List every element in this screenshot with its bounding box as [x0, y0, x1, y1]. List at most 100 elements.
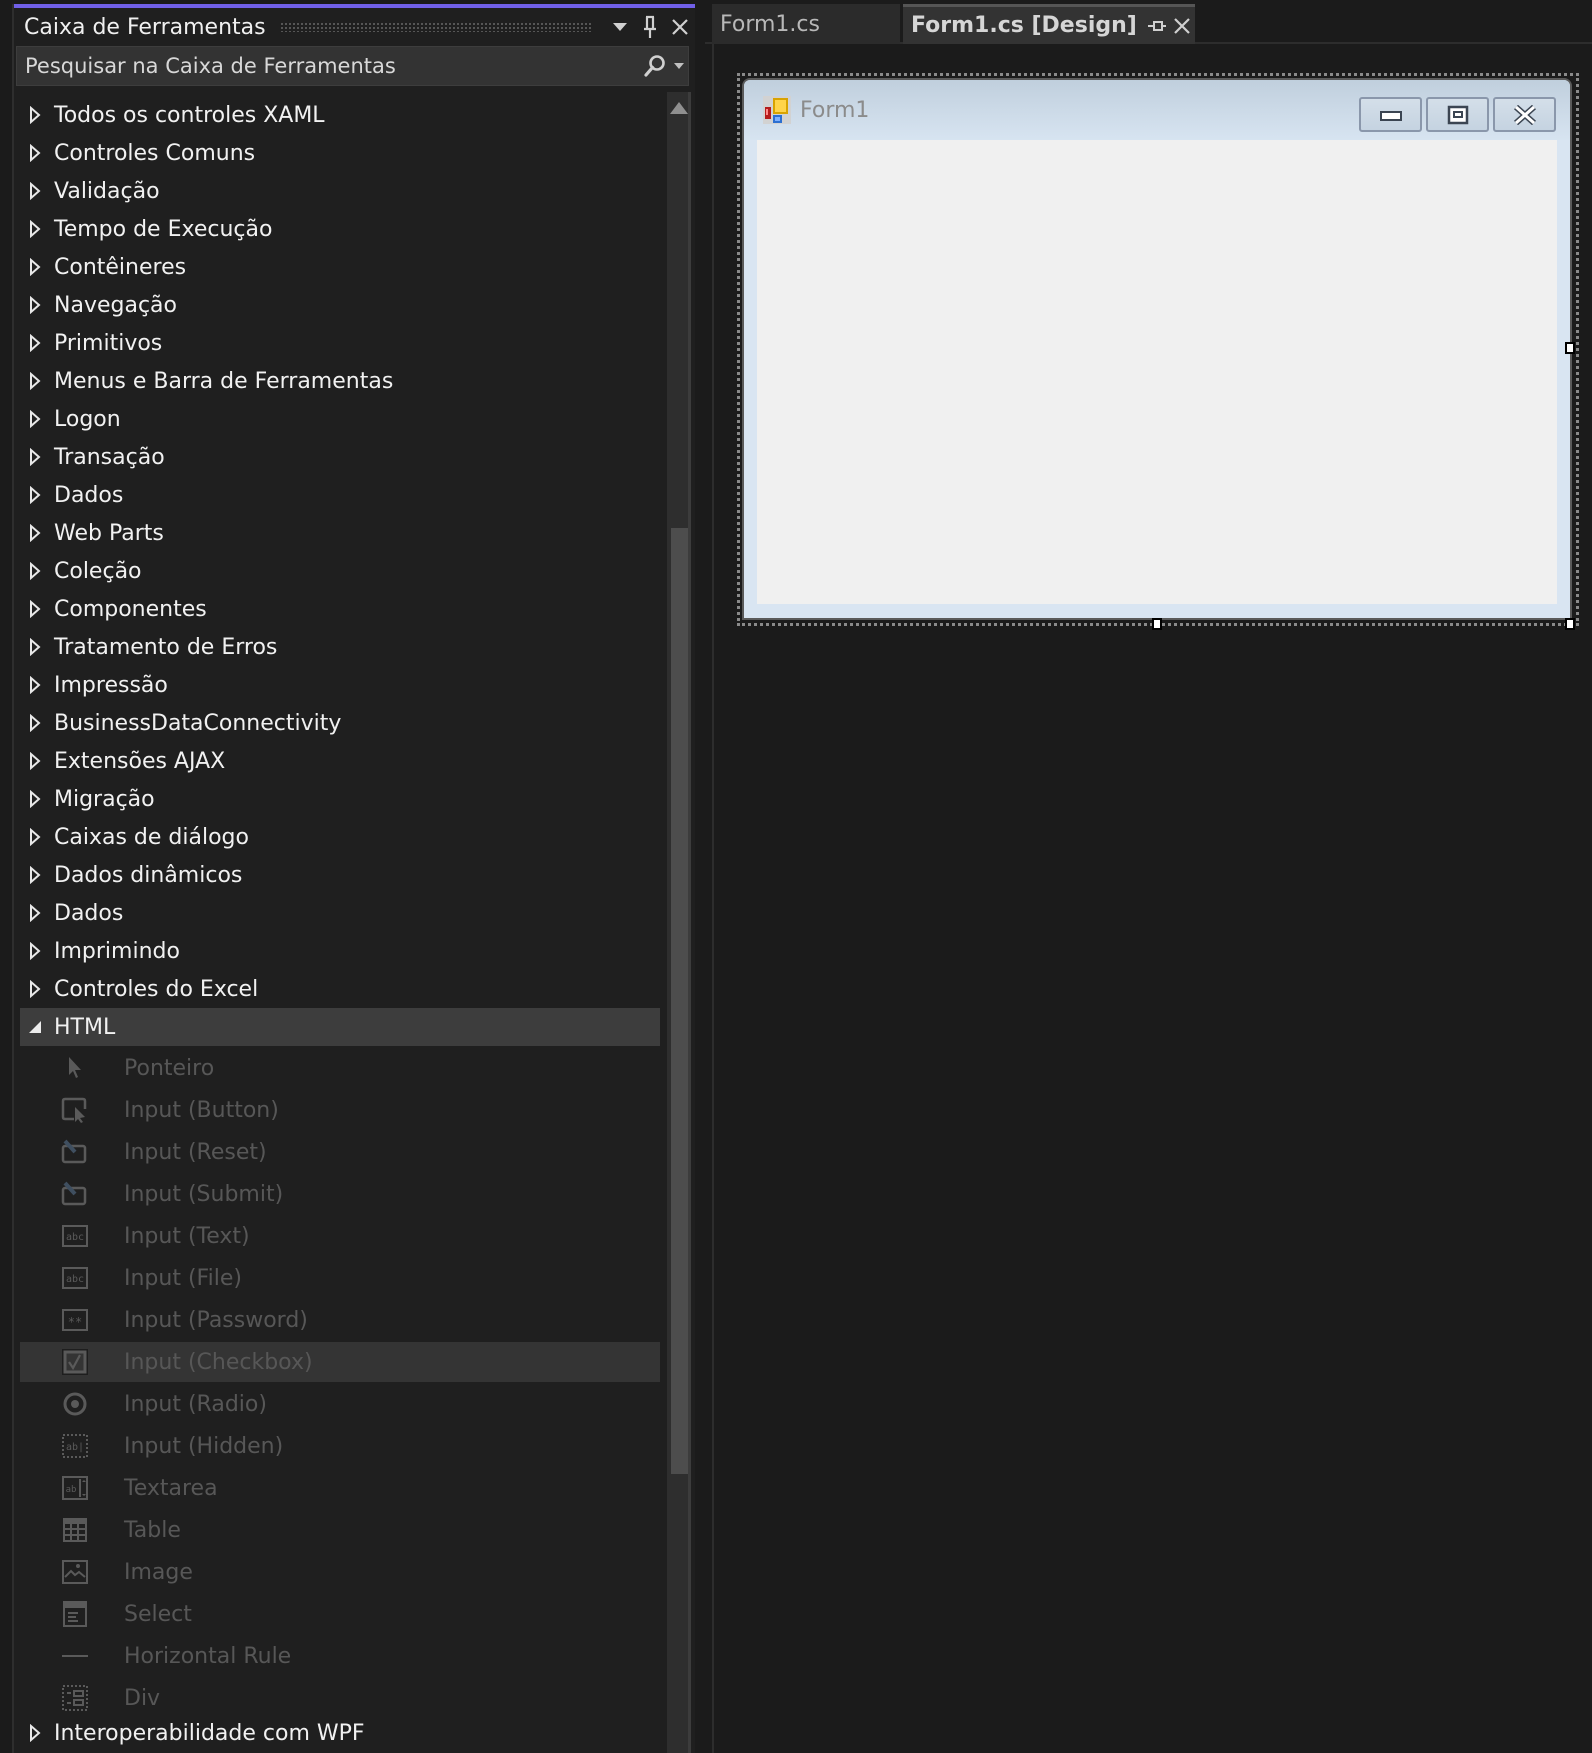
category-label: Caixas de diálogo	[54, 824, 249, 850]
toolbox-item-label: Select	[124, 1601, 192, 1627]
toolbox-item[interactable]: Ponteiro	[20, 1048, 660, 1088]
toolbox-category[interactable]: Primitivos	[20, 324, 660, 362]
toolbox-item[interactable]: Image	[20, 1552, 660, 1592]
resize-handle-bottom[interactable]	[1152, 618, 1162, 630]
toolbox-category[interactable]: Migração	[20, 780, 660, 818]
form-title-bar[interactable]: Form1	[744, 80, 1570, 140]
tree-arrow[interactable]	[20, 638, 50, 656]
tree-arrow[interactable]	[20, 562, 50, 580]
form-client-area[interactable]	[757, 140, 1557, 604]
pin-button[interactable]	[635, 12, 665, 42]
tree-arrow[interactable]	[20, 1724, 50, 1742]
toolbox-category[interactable]: Dados	[20, 476, 660, 514]
toolbox-category[interactable]: Caixas de diálogo	[20, 818, 660, 856]
toolbox-category[interactable]: Todos os controles XAML	[20, 96, 660, 134]
tree-arrow[interactable]	[20, 106, 50, 124]
category-label: Dados dinâmicos	[54, 862, 243, 888]
tree-arrow[interactable]	[20, 334, 50, 352]
tree-arrow[interactable]	[20, 790, 50, 808]
toolbox-search-input[interactable]	[17, 54, 640, 78]
toolbox-category[interactable]: Logon	[20, 400, 660, 438]
tree-arrow[interactable]	[20, 182, 50, 200]
radio-icon	[63, 1392, 87, 1416]
tree-arrow[interactable]	[20, 904, 50, 922]
drag-grip[interactable]	[279, 22, 591, 32]
resize-handle-right[interactable]	[1565, 342, 1575, 354]
toolbox-item-label: Input (Submit)	[124, 1181, 284, 1207]
form-minimize-button[interactable]	[1359, 97, 1422, 132]
toolbox-category[interactable]: Dados	[20, 894, 660, 932]
toolbox-title-bar[interactable]: Caixa de Ferramentas	[14, 8, 695, 46]
toolbox-category[interactable]: Dados dinâmicos	[20, 856, 660, 894]
expand-arrow-icon	[30, 258, 41, 276]
toolbox-category[interactable]: Validação	[20, 172, 660, 210]
close-panel-button[interactable]	[665, 12, 695, 42]
toolbox-item[interactable]: abc Input (File)	[20, 1258, 660, 1298]
scrollbar-thumb[interactable]	[671, 528, 689, 1474]
toolbox-item[interactable]: Horizontal Rule	[20, 1636, 660, 1676]
toolbox-item[interactable]: Input (Checkbox)	[20, 1342, 660, 1382]
window-position-dropdown-button[interactable]	[605, 12, 635, 42]
toolbox-category[interactable]: Menus e Barra de Ferramentas	[20, 362, 660, 400]
toolbox-item[interactable]: Input (Reset)	[20, 1132, 660, 1172]
toolbox-item[interactable]: Input (Button)	[20, 1090, 660, 1130]
tree-arrow[interactable]	[20, 524, 50, 542]
toolbox-scrollbar[interactable]	[667, 92, 691, 1753]
file-input-icon: abc	[62, 1267, 88, 1289]
toolbox-item[interactable]: Div	[20, 1678, 660, 1718]
toolbox-item[interactable]: ab Textarea	[20, 1468, 660, 1508]
toolbox-category[interactable]: Imprimindo	[20, 932, 660, 970]
toolbox-category[interactable]: Extensões AJAX	[20, 742, 660, 780]
tree-arrow[interactable]	[20, 258, 50, 276]
tree-arrow[interactable]	[20, 448, 50, 466]
toolbox-item[interactable]: ab| Input (Hidden)	[20, 1426, 660, 1466]
toolbox-category[interactable]: Contêineres	[20, 248, 660, 286]
tree-arrow[interactable]	[20, 144, 50, 162]
toolbox-category[interactable]: Tempo de Execução	[20, 210, 660, 248]
toolbox-item[interactable]: Input (Radio)	[20, 1384, 660, 1424]
toolbox-category[interactable]: Controles Comuns	[20, 134, 660, 172]
toolbox-category[interactable]: Transação	[20, 438, 660, 476]
search-button[interactable]	[640, 51, 670, 81]
expand-arrow-icon	[30, 448, 41, 466]
form-close-button[interactable]	[1493, 97, 1556, 132]
tree-arrow[interactable]	[20, 942, 50, 960]
tab-form1-cs[interactable]: Form1.cs	[712, 4, 900, 44]
close-tab-button[interactable]	[1170, 11, 1195, 41]
toolbox-item[interactable]: abc Input (Text)	[20, 1216, 660, 1256]
tree-arrow[interactable]	[20, 980, 50, 998]
tree-arrow[interactable]	[20, 372, 50, 390]
toolbox-item[interactable]: ** Input (Password)	[20, 1300, 660, 1340]
toolbox-category[interactable]: Web Parts	[20, 514, 660, 552]
toolbox-item[interactable]: Table	[20, 1510, 660, 1550]
category-label: Controles do Excel	[54, 976, 259, 1002]
form-maximize-button[interactable]	[1426, 97, 1489, 132]
tree-arrow[interactable]	[20, 486, 50, 504]
search-options-dropdown[interactable]	[670, 63, 688, 69]
tree-arrow[interactable]	[20, 1020, 50, 1034]
form-designer-window[interactable]: Form1	[742, 78, 1572, 620]
tree-arrow[interactable]	[20, 220, 50, 238]
toolbox-category[interactable]: Componentes	[20, 590, 660, 628]
tree-arrow[interactable]	[20, 828, 50, 846]
tab-form1-design[interactable]: Form1.cs [Design]	[903, 4, 1195, 44]
toolbox-category[interactable]: Interoperabilidade com WPF	[20, 1714, 660, 1752]
tree-arrow[interactable]	[20, 410, 50, 428]
toolbox-category[interactable]: Controles do Excel	[20, 970, 660, 1008]
tree-arrow[interactable]	[20, 714, 50, 732]
tree-arrow[interactable]	[20, 296, 50, 314]
tree-arrow[interactable]	[20, 752, 50, 770]
toolbox-category[interactable]: BusinessDataConnectivity	[20, 704, 660, 742]
resize-handle-bottom-right[interactable]	[1565, 618, 1575, 630]
toolbox-category[interactable]: Tratamento de Erros	[20, 628, 660, 666]
toolbox-category[interactable]: Coleção	[20, 552, 660, 590]
keep-tab-open-button[interactable]	[1145, 11, 1170, 41]
tree-arrow[interactable]	[20, 866, 50, 884]
toolbox-item[interactable]: Input (Submit)	[20, 1174, 660, 1214]
tree-arrow[interactable]	[20, 676, 50, 694]
toolbox-category[interactable]: Navegação	[20, 286, 660, 324]
toolbox-item[interactable]: Select	[20, 1594, 660, 1634]
toolbox-category[interactable]: HTML	[20, 1008, 660, 1046]
tree-arrow[interactable]	[20, 600, 50, 618]
toolbox-category[interactable]: Impressão	[20, 666, 660, 704]
